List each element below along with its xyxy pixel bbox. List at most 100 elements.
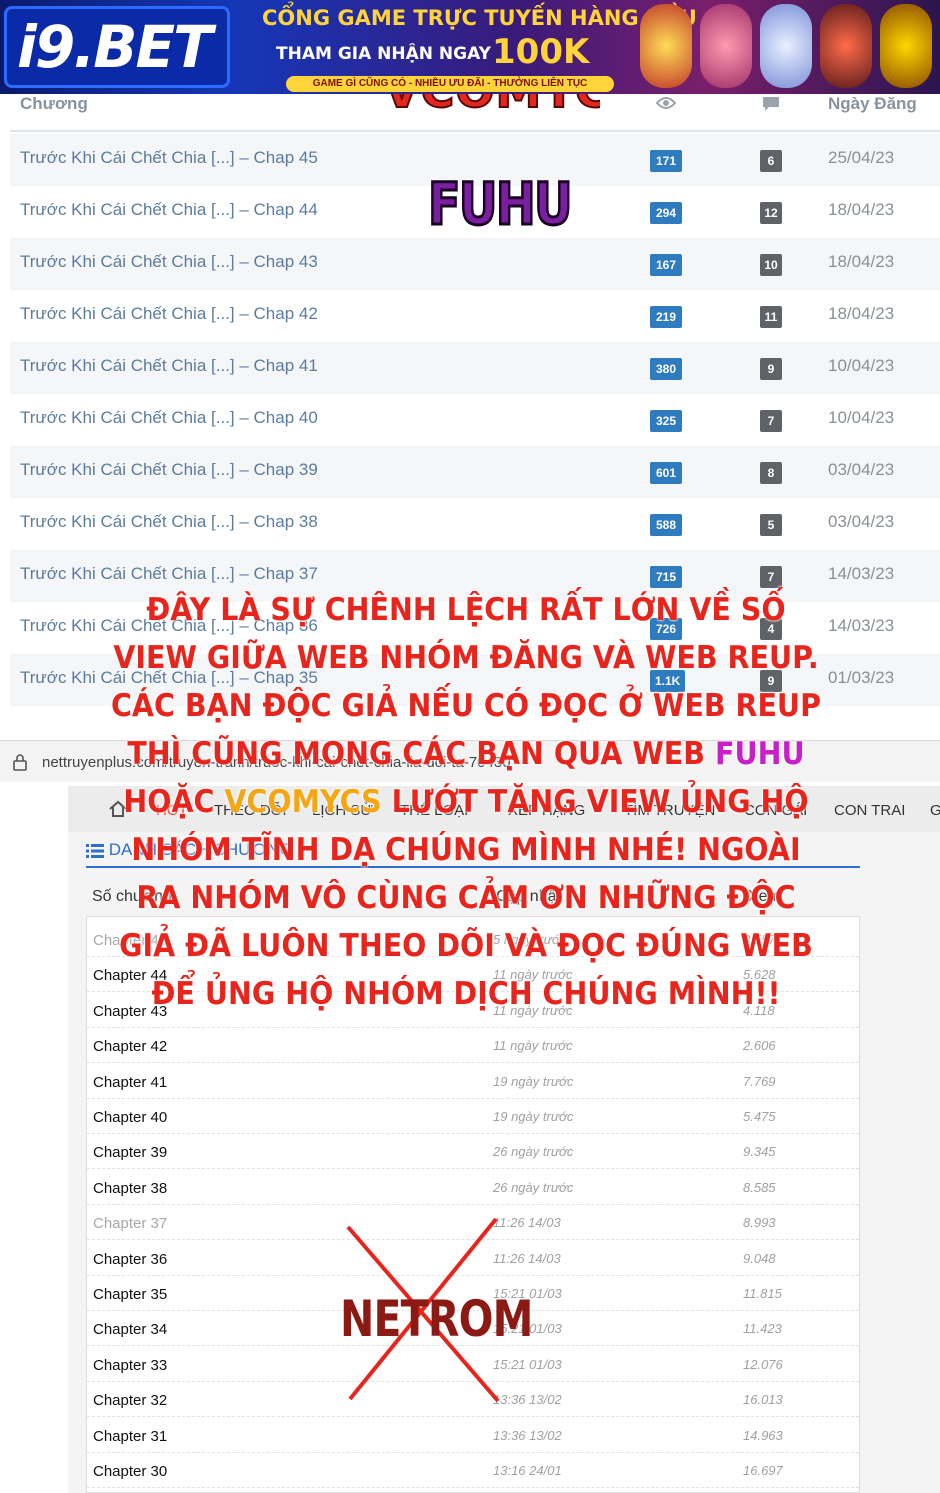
- chapter-link[interactable]: Chapter 41: [93, 1074, 167, 1091]
- updated-time: 13:16 24/01: [493, 1463, 562, 1478]
- ad-banner[interactable]: i9.BET CỔNG GAME TRỰC TUYẾN HÀNG ĐẦU THA…: [0, 0, 940, 94]
- updated-time: 19 ngày trước: [493, 1073, 574, 1089]
- banner-join-text: THAM GIA NHẬN NGAY: [276, 44, 491, 64]
- updated-time: 19 ngày trước: [493, 1109, 574, 1124]
- chapter-link[interactable]: Chapter 38: [93, 1180, 167, 1197]
- banner-art: [700, 4, 752, 88]
- views-badge: 601: [650, 462, 682, 484]
- views-badge: 588: [650, 514, 682, 536]
- view-count: 9.048: [743, 1250, 776, 1266]
- banner-art: [820, 4, 872, 88]
- chapter-link[interactable]: Chapter 31: [93, 1428, 167, 1445]
- chapter-link[interactable]: Trước Khi Cái Chết Chia [...] – Chap 38: [20, 512, 318, 532]
- view-count: 2.606: [743, 1038, 776, 1054]
- col-header-date: Ngày Đăng: [828, 94, 917, 113]
- view-count: 7.769: [743, 1073, 776, 1089]
- banner-headline: CỔNG GAME TRỰC TUYẾN HÀNG ĐẦU: [262, 6, 697, 30]
- post-date: 03/04/23: [828, 512, 895, 531]
- list-item: Chapter 31 13:36 13/02 14.963: [87, 1418, 859, 1453]
- banner-tagline: GAME GÌ CŨNG CÓ - NHIỀU ƯU ĐÃI - THƯỞNG …: [286, 76, 614, 92]
- views-badge: 171: [650, 150, 682, 172]
- comments-badge: 6: [760, 150, 782, 172]
- table-row: Trước Khi Cái Chết Chia [...] – Chap 39 6…: [10, 446, 940, 498]
- chapter-link[interactable]: Chapter 32: [93, 1392, 167, 1409]
- chapter-link[interactable]: Chapter 39: [93, 1144, 167, 1161]
- banner-art: [760, 4, 812, 88]
- notice-text-part2: HOẶC: [123, 784, 225, 820]
- post-date: 14/03/23: [828, 564, 895, 583]
- list-item: Chapter 39 26 ngày trước 9.345: [87, 1134, 859, 1170]
- vcomycs-watermark: VCOMYCS: [384, 94, 600, 118]
- netrom-watermark: NETROM: [340, 1290, 533, 1348]
- post-date: 03/04/23: [828, 460, 895, 479]
- fuhu-watermark: FUHU: [427, 169, 574, 240]
- chapter-link[interactable]: Chapter 35: [93, 1286, 167, 1303]
- list-icon: [86, 843, 104, 858]
- views-badge: 294: [650, 202, 682, 224]
- nav-more[interactable]: G: [930, 802, 940, 819]
- chapter-link[interactable]: Trước Khi Cái Chết Chia [...] – Chap 44: [20, 200, 318, 220]
- lock-icon: [13, 754, 27, 771]
- table-row: Trước Khi Cái Chết Chia [...] – Chap 41 3…: [10, 342, 940, 394]
- i9bet-logo[interactable]: i9.BET: [4, 6, 230, 88]
- comments-badge: 9: [760, 358, 782, 380]
- notice-vcomycs: VCOMYCS: [224, 784, 382, 820]
- chapter-link[interactable]: Chapter 30: [93, 1463, 167, 1480]
- chapter-link[interactable]: Chapter 33: [93, 1357, 167, 1374]
- group-notice-overlay: ĐÂY LÀ SỰ CHÊNH LỆCH RẤT LỚN VỀ SỐ VIEW …: [109, 586, 823, 1018]
- post-date: 18/04/23: [828, 304, 895, 323]
- table-row: Trước Khi Cái Chết Chia [...] – Chap 38 5…: [10, 498, 940, 550]
- updated-time: 11 ngày trước: [493, 1038, 573, 1054]
- comments-badge: 7: [760, 410, 782, 432]
- comments-badge: 11: [760, 306, 782, 328]
- list-item: Chapter 30 13:16 24/01 16.697: [87, 1453, 859, 1488]
- view-count: 11.423: [743, 1321, 782, 1337]
- list-item: Chapter 42 11 ngày trước 2.606: [87, 1028, 859, 1064]
- chapter-link[interactable]: Chapter 36: [93, 1251, 167, 1268]
- view-count: 14.963: [743, 1427, 783, 1443]
- chapter-link[interactable]: Chapter 42: [93, 1038, 167, 1055]
- views-badge: 325: [650, 410, 682, 432]
- comments-badge: 8: [760, 462, 782, 484]
- comments-badge: 10: [760, 254, 782, 276]
- view-count: 16.697: [743, 1463, 783, 1478]
- table-row: Trước Khi Cái Chết Chia [...] – Chap 40 3…: [10, 394, 940, 446]
- col-header-chapter: Chương: [20, 94, 88, 113]
- updated-time: 13:36 13/02: [493, 1427, 562, 1443]
- updated-time: 26 ngày trước: [493, 1144, 574, 1160]
- chapter-link[interactable]: Trước Khi Cái Chết Chia [...] – Chap 40: [20, 408, 318, 428]
- updated-time: 26 ngày trước: [493, 1179, 574, 1195]
- chapter-link[interactable]: Trước Khi Cái Chết Chia [...] – Chap 37: [20, 564, 318, 584]
- post-date: 10/04/23: [828, 356, 895, 375]
- views-badge: 715: [650, 566, 682, 588]
- chapter-link[interactable]: Chapter 40: [93, 1109, 167, 1126]
- chapter-link[interactable]: Chapter 37: [93, 1215, 167, 1232]
- banner-art: [880, 4, 932, 88]
- chapter-link[interactable]: Chapter 34: [93, 1321, 167, 1338]
- table-row: Trước Khi Cái Chết Chia [...] – Chap 42 2…: [10, 290, 940, 342]
- banner-art: [640, 4, 692, 88]
- chapter-link[interactable]: Trước Khi Cái Chết Chia [...] – Chap 43: [20, 252, 318, 272]
- post-date: 18/04/23: [828, 200, 895, 219]
- views-badge: 380: [650, 358, 682, 380]
- chapter-link[interactable]: Trước Khi Cái Chết Chia [...] – Chap 39: [20, 460, 318, 480]
- view-count: 12.076: [743, 1356, 783, 1372]
- eye-icon: [656, 97, 676, 109]
- notice-fuhu: FUHU: [714, 736, 805, 772]
- list-item: Chapter 40 19 ngày trước 5.475: [87, 1099, 859, 1134]
- views-badge: 167: [650, 254, 682, 276]
- nav-boys[interactable]: CON TRAI: [834, 802, 905, 819]
- post-date: 25/04/23: [828, 148, 895, 167]
- table-row: Trước Khi Cái Chết Chia [...] – Chap 43 1…: [10, 238, 940, 290]
- list-item: Chapter 41 19 ngày trước 7.769: [87, 1064, 859, 1099]
- post-date: 18/04/23: [828, 252, 895, 271]
- chapter-link[interactable]: Trước Khi Cái Chết Chia [...] – Chap 42: [20, 304, 318, 324]
- view-count: 5.475: [743, 1109, 776, 1124]
- chapter-link[interactable]: Trước Khi Cái Chết Chia [...] – Chap 45: [20, 148, 318, 168]
- comment-icon: [763, 97, 779, 111]
- views-badge: 219: [650, 306, 682, 328]
- post-date: 10/04/23: [828, 408, 895, 427]
- post-date: 01/03/23: [828, 668, 895, 687]
- chapter-link[interactable]: Trước Khi Cái Chết Chia [...] – Chap 41: [20, 356, 318, 376]
- view-count: 8.585: [743, 1179, 776, 1195]
